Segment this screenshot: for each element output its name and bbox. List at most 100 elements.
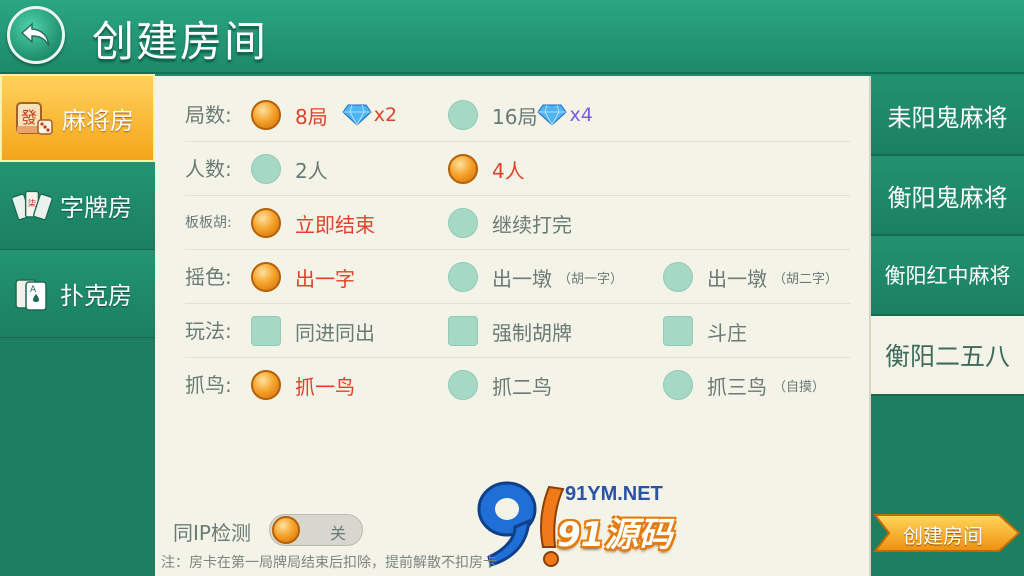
- radio-unselected[interactable]: [448, 100, 478, 130]
- toggle-state-text: 关: [330, 524, 347, 543]
- row-label: 局数:: [185, 103, 232, 127]
- game-tab-label: 衡阳二五八: [884, 342, 1010, 371]
- option-subtext: （胡二字）: [773, 271, 839, 287]
- game-tab-hengyang-258[interactable]: 衡阳二五八: [871, 316, 1024, 396]
- rules-row: 玩法: 同进同出 强制胡牌 斗庄: [185, 304, 850, 358]
- option-text: 抓三鸟: [707, 374, 767, 399]
- toggle-knob[interactable]: [272, 516, 300, 544]
- create-room-label: 创建房间: [903, 524, 983, 548]
- option-subtext: （胡一字）: [558, 271, 624, 287]
- banbanhu-row: 板板胡: 立即结束 继续打完: [185, 196, 850, 250]
- multiplier-text: x2: [373, 104, 398, 126]
- option-text: 8局: [295, 104, 328, 129]
- diamond-icon: [537, 104, 568, 126]
- radio-selected[interactable]: [251, 370, 281, 400]
- tab-label: 麻将房: [62, 106, 134, 135]
- tab-mahjong-room[interactable]: 發 麻将房: [0, 74, 155, 162]
- row-label: 摇色:: [185, 265, 232, 289]
- radio-unselected[interactable]: [448, 262, 478, 292]
- game-tab-hengyang-hongzhong[interactable]: 衡阳红中麻将: [871, 236, 1024, 316]
- game-type-tabs: 耒阳鬼麻将 衡阳鬼麻将 衡阳红中麻将 衡阳二五八: [871, 76, 1024, 576]
- rule-option-together[interactable]: 同进同出: [251, 304, 375, 358]
- ip-check-label: 同IP检测: [173, 521, 251, 545]
- page-title: 创建房间: [92, 17, 269, 66]
- checkbox[interactable]: [448, 316, 478, 346]
- bird-option-1[interactable]: 抓一鸟: [251, 358, 355, 412]
- game-tab-label: 衡阳红中麻将: [884, 264, 1011, 288]
- option-subtext: （自摸）: [773, 379, 826, 395]
- option-text: 4人: [492, 158, 525, 183]
- create-room-button[interactable]: 创建房间: [873, 513, 1021, 553]
- players-row: 人数: 2人 4人: [185, 142, 850, 196]
- ip-check-toggle[interactable]: 关: [269, 514, 363, 546]
- radio-unselected[interactable]: [663, 262, 693, 292]
- row-label: 板板胡:: [185, 215, 232, 231]
- room-card-note: 注：房卡在第一局牌局结束后扣除，提前解散不扣房卡: [161, 555, 497, 571]
- radio-unselected[interactable]: [448, 370, 478, 400]
- players-option-4[interactable]: 4人: [448, 142, 525, 196]
- dice-row: 摇色: 出一字 出一墩 （胡一字） 出一墩 （胡二字）: [185, 250, 850, 304]
- watermark-url: 91YM.NET: [565, 483, 663, 505]
- tab-label: 字牌房: [60, 194, 132, 222]
- bird-row: 抓鸟: 抓一鸟 抓二鸟 抓三鸟 （自摸）: [185, 358, 850, 412]
- radio-unselected[interactable]: [663, 370, 693, 400]
- row-label: 玩法:: [185, 319, 232, 343]
- banbanhu-option-end[interactable]: 立即结束: [251, 196, 375, 250]
- dice-option-2[interactable]: 出一墩 （胡一字）: [448, 250, 623, 304]
- watermark-brand: 91源码: [557, 515, 673, 555]
- option-text: 出一字: [295, 266, 355, 291]
- back-arrow-icon: [20, 22, 50, 47]
- tab-label: 扑克房: [60, 282, 132, 310]
- poker-card-icon: A: [12, 274, 52, 314]
- svg-text:發: 發: [21, 108, 37, 127]
- rule-option-douzhuang[interactable]: 斗庄: [663, 304, 747, 358]
- rounds-option-8[interactable]: 8局 x2: [251, 88, 397, 142]
- back-button[interactable]: [7, 6, 65, 64]
- option-text: 立即结束: [295, 212, 375, 237]
- game-tab-label: 衡阳鬼麻将: [887, 183, 1008, 212]
- mahjong-tile-icon: 發: [14, 98, 54, 138]
- watermark-logo: 91YM.NET 91源码: [471, 477, 681, 572]
- option-text: 继续打完: [492, 212, 572, 237]
- option-text: 2人: [295, 158, 328, 183]
- radio-unselected[interactable]: [448, 208, 478, 238]
- option-text: 斗庄: [707, 320, 747, 345]
- option-text: 出一墩: [492, 266, 552, 291]
- option-text: 出一墩: [707, 266, 767, 291]
- banbanhu-option-continue[interactable]: 继续打完: [448, 196, 572, 250]
- rule-option-force-hu[interactable]: 强制胡牌: [448, 304, 572, 358]
- rounds-row: 局数: 8局 x2 16局 x4: [185, 88, 850, 142]
- row-label: 人数:: [185, 157, 232, 181]
- rounds-option-16[interactable]: 16局 x4: [448, 88, 593, 142]
- header-bar: 创建房间: [0, 0, 1024, 74]
- game-tab-hengyang-gui[interactable]: 衡阳鬼麻将: [871, 156, 1024, 236]
- svg-text:柒: 柒: [28, 198, 36, 208]
- checkbox[interactable]: [663, 316, 693, 346]
- row-label: 抓鸟:: [185, 373, 232, 397]
- option-text: 抓一鸟: [295, 374, 355, 399]
- tab-poker-room[interactable]: A 扑克房: [0, 250, 155, 338]
- dice-option-1[interactable]: 出一字: [251, 250, 355, 304]
- checkbox[interactable]: [251, 316, 281, 346]
- option-text: 抓二鸟: [492, 374, 552, 399]
- left-category-tabs: 發 麻将房 柒 字牌房 A 扑克房: [0, 74, 155, 576]
- tab-word-card-room[interactable]: 柒 字牌房: [0, 162, 155, 250]
- radio-unselected[interactable]: [251, 154, 281, 184]
- option-text: 同进同出: [295, 320, 375, 345]
- players-option-2[interactable]: 2人: [251, 142, 328, 196]
- bird-option-3[interactable]: 抓三鸟 （自摸）: [663, 358, 825, 412]
- option-text: 16局: [492, 104, 538, 129]
- option-text: 强制胡牌: [492, 320, 572, 345]
- dice-option-3[interactable]: 出一墩 （胡二字）: [663, 250, 838, 304]
- radio-selected[interactable]: [251, 208, 281, 238]
- bird-option-2[interactable]: 抓二鸟: [448, 358, 552, 412]
- multiplier-text: x4: [569, 104, 593, 126]
- radio-selected[interactable]: [251, 100, 281, 130]
- radio-selected[interactable]: [251, 262, 281, 292]
- game-tab-leiyang-gui[interactable]: 耒阳鬼麻将: [871, 76, 1024, 156]
- diamond-icon: [342, 104, 372, 126]
- radio-selected[interactable]: [448, 154, 478, 184]
- svg-text:A: A: [30, 285, 37, 295]
- game-tab-label: 耒阳鬼麻将: [887, 103, 1008, 132]
- cards-fan-icon: 柒: [12, 186, 52, 226]
